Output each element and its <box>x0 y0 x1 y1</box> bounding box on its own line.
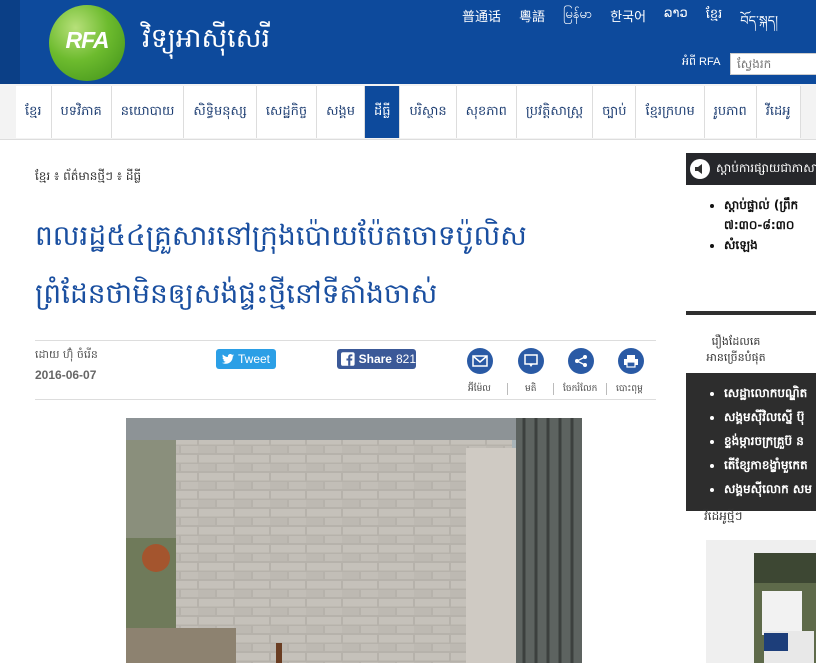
lang-link-tibetan[interactable]: བོད་སྐད། <box>740 6 778 43</box>
logo-text[interactable]: RFA <box>49 27 125 54</box>
comment-icon <box>524 354 538 367</box>
most-read-title-line-1: រឿងដែលគេ <box>711 335 761 348</box>
most-read-panel: រឿងដែលគេ អានច្រើនបំផុត សេដ្ឋាលោកបណ្ឌិត ស… <box>686 331 816 511</box>
site-header: RFA វិទ្យុអាស៊ីសេរី 普通话 粵語 မြန်မာ 한국어 ລາ… <box>0 0 816 84</box>
lang-link-khmer[interactable]: ខ្មែរ <box>706 6 723 43</box>
twitter-icon <box>221 354 234 364</box>
comment-tool-button[interactable] <box>518 348 544 374</box>
listen-item-audio[interactable]: សំឡេង <box>724 235 798 255</box>
language-bar: 普通话 粵語 မြန်မာ 한국어 ລາວ ខ្មែរ བོད་སྐད། <box>462 6 778 43</box>
most-read-item[interactable]: ខ្ទង់ម្ការចក្រគ្រួប៊ ន <box>724 429 816 453</box>
nav-item-politics[interactable]: នយោបាយ <box>111 86 185 138</box>
listen-panel-header[interactable]: ស្តាប់ការផ្សាយជាភាសា <box>686 153 816 185</box>
share-tool-button[interactable] <box>568 348 594 374</box>
print-icon <box>624 355 638 368</box>
email-tool-button[interactable] <box>467 348 493 374</box>
tool-separator <box>553 383 554 395</box>
listen-item-live[interactable]: ស្តាប់ផ្ទាល់ (ព្រឹក៧:៣០-៨:៣០ <box>724 195 798 235</box>
nav-item-khmer[interactable]: ខ្មែរ <box>16 86 52 138</box>
publish-date: 2016-06-07 <box>35 368 97 382</box>
headline: ពលរដ្ឋ៥៤គ្រួសារនៅក្រុងប៉ោយប៉ែតចោទប៉ូលិស … <box>35 207 655 323</box>
nav-item-environment[interactable]: បរិស្ថាន <box>400 86 457 138</box>
email-tool-label: អ៊ីម៉ែល <box>468 384 491 394</box>
print-tool-button[interactable] <box>618 348 644 374</box>
headline-line-2: ព្រំដែនថាមិនឲ្យសង់ផ្ទះថ្មីនៅទីតាំងចាស់ <box>35 277 438 310</box>
most-read-item[interactable]: សង្គមស៊ីវិលស្នើ ប៊ុ <box>724 405 816 429</box>
print-tool-label: បោះពុម្ព <box>616 384 643 394</box>
divider <box>35 340 656 341</box>
most-read-header: រឿងដែលគេ អានច្រើនបំផុត <box>686 331 816 373</box>
share-label: Share <box>358 352 392 366</box>
photo-illustration <box>126 418 582 663</box>
nav-items: ខ្មែរ បទវិភាគ នយោបាយ សិទ្ធិមនុស្ស សេដ្ឋក… <box>16 84 801 140</box>
listen-list: ស្តាប់ផ្ទាល់ (ព្រឹក៧:៣០-៨:៣០ សំឡេង <box>710 195 798 255</box>
nav-item-society[interactable]: សង្គម <box>317 86 365 138</box>
facebook-share-button[interactable]: Share 821 <box>337 349 416 369</box>
article-photo <box>126 418 582 663</box>
search-input[interactable] <box>730 53 816 75</box>
facebook-icon <box>341 352 355 366</box>
most-read-item[interactable]: សង្គមស៊ីលោក សម រ <box>724 477 816 501</box>
speaker-icon <box>690 159 710 179</box>
nav-item-health[interactable]: សុខភាព <box>456 86 517 138</box>
video-thumbnail[interactable] <box>754 553 816 663</box>
lang-link-lao[interactable]: ລາວ <box>664 6 688 43</box>
header-stripe <box>0 0 20 84</box>
lang-link-burmese[interactable]: မြန်မာ <box>563 6 592 43</box>
about-rfa-link[interactable]: អំពី RFA <box>682 55 720 71</box>
tool-separator <box>606 383 607 395</box>
byline: ដោយ ហ៊ុំ ចំរើន <box>35 348 98 361</box>
share-tool-label: ចែករំលែក <box>563 384 598 394</box>
breadcrumb[interactable]: ខ្មែរ ៖ ព័ត៌មានថ្មីៗ ៖ ដីធ្លី <box>35 168 141 186</box>
most-read-item[interactable]: សេដ្ឋាលោកបណ្ឌិត <box>724 381 816 405</box>
listen-panel: ស្តាប់ការផ្សាយជាភាសា ស្តាប់ផ្ទាល់ (ព្រឹក… <box>686 153 816 315</box>
lang-link-cantonese[interactable]: 粵語 <box>519 6 545 43</box>
most-read-item[interactable]: តើខ្សែកាខង្ខាំមួកេត <box>724 453 816 477</box>
nav-item-analysis[interactable]: បទវិភាគ <box>51 86 112 138</box>
nav-item-human-rights[interactable]: សិទ្ធិមនុស្ស <box>184 86 257 138</box>
headline-line-1: ពលរដ្ឋ៥៤គ្រួសារនៅក្រុងប៉ោយប៉ែតចោទប៉ូលិស <box>35 219 527 252</box>
share-count: 821 <box>395 352 416 366</box>
nav-item-video[interactable]: វីដេអូ <box>756 86 801 138</box>
lang-link-korean[interactable]: 한국어 <box>610 6 646 43</box>
nav-item-photos[interactable]: រូបភាព <box>704 86 757 138</box>
nav-item-law[interactable]: ច្បាប់ <box>593 86 637 138</box>
tweet-button[interactable]: Tweet <box>216 349 276 369</box>
main-nav: ខ្មែរ បទវិភាគ នយោបាយ សិទ្ធិមនុស្ស សេដ្ឋក… <box>0 84 816 140</box>
nav-item-economy[interactable]: សេដ្ឋកិច្ច <box>256 86 318 138</box>
comment-tool-label: មតិ <box>525 384 537 394</box>
most-read-list: សេដ្ឋាលោកបណ្ឌិត សង្គមស៊ីវិលស្នើ ប៊ុ ខ្ទង… <box>710 381 816 501</box>
video-section-label: វីដេអូថ្មីៗ <box>704 509 743 523</box>
email-icon <box>472 355 488 367</box>
browser-frame: RFA វិទ្យុអាស៊ីសេរី 普通话 粵語 မြန်မာ 한국어 ລາ… <box>0 0 816 663</box>
tweet-label: Tweet <box>237 352 270 366</box>
most-read-title-line-2: អានច្រើនបំផុត <box>706 351 766 364</box>
lang-link-mandarin[interactable]: 普通话 <box>462 6 501 43</box>
nav-item-history[interactable]: ប្រវត្តិសាស្ត្រ <box>516 86 594 138</box>
nav-item-land[interactable]: ដីធ្លី <box>364 86 401 138</box>
share-icon <box>575 355 587 367</box>
listen-title: ស្តាប់ការផ្សាយជាភាសា <box>716 161 816 175</box>
nav-item-khmer-rouge[interactable]: ខ្មែរក្រហម <box>636 86 705 138</box>
tool-separator <box>507 383 508 395</box>
divider <box>35 399 656 400</box>
site-name[interactable]: វិទ្យុអាស៊ីសេរី <box>142 22 270 61</box>
video-thumbnail-image <box>754 553 816 663</box>
